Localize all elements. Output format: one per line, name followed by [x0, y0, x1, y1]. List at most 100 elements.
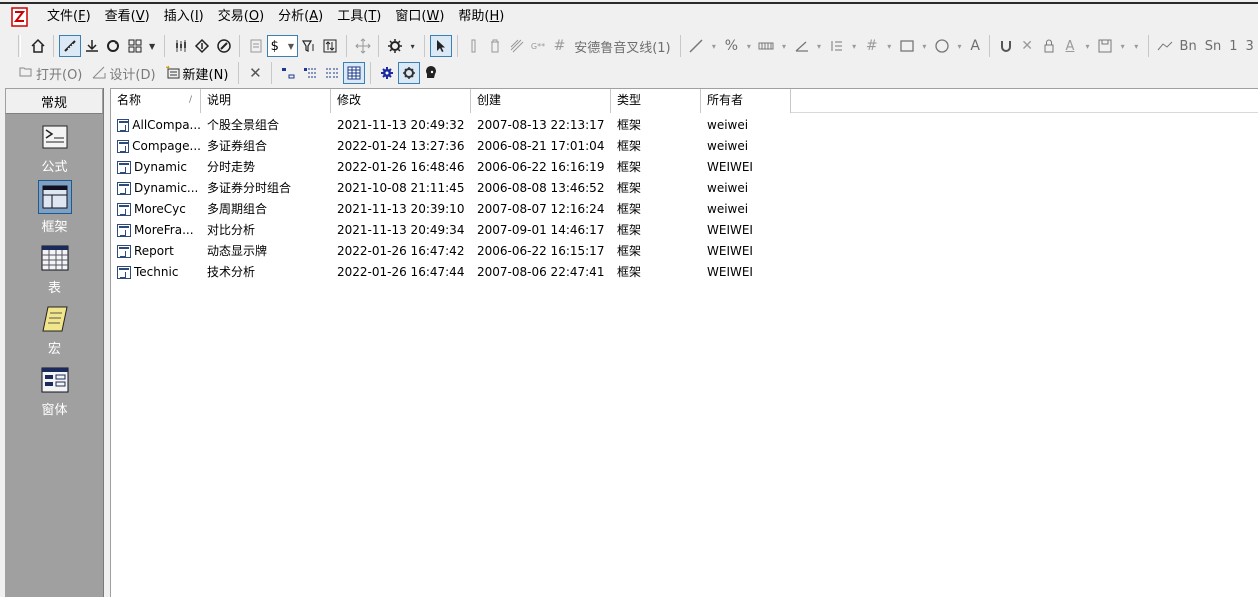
- cell-modified: 2022-01-26 16:47:42: [337, 244, 465, 258]
- rectangle-icon[interactable]: [896, 35, 917, 57]
- new-button[interactable]: 新建(N): [161, 62, 234, 84]
- table-row[interactable]: AllCompa... 个股全景组合 2021-11-13 20:49:32 2007…: [111, 115, 791, 136]
- category-macro[interactable]: 宏: [5, 302, 104, 357]
- cursor-icon[interactable]: [430, 35, 452, 57]
- chevron-down-icon[interactable]: ▾: [777, 35, 791, 57]
- column-header-description[interactable]: 说明: [201, 89, 331, 113]
- table-row[interactable]: Compage... 多证券组合 2022-01-24 13:27:36 2006-0…: [111, 136, 791, 157]
- download-icon[interactable]: [81, 35, 102, 57]
- toolbar-divider: [370, 62, 372, 84]
- currency-symbol: $: [270, 38, 279, 54]
- category-form[interactable]: 窗体: [5, 363, 104, 418]
- hash-icon[interactable]: #: [549, 35, 570, 57]
- chevron-down-icon[interactable]: ▾: [847, 35, 861, 57]
- tool-3[interactable]: 3: [1241, 39, 1257, 54]
- table-row[interactable]: Dynamic 分时走势 2022-01-26 16:48:46 2006-06-22…: [111, 157, 791, 178]
- column-header-created[interactable]: 创建: [471, 89, 611, 113]
- small-icons-view-icon[interactable]: [299, 62, 321, 84]
- details-view-icon[interactable]: [343, 62, 366, 84]
- grid-hash-icon[interactable]: #: [861, 35, 882, 57]
- settings-icon[interactable]: [384, 35, 405, 57]
- category-formula[interactable]: 公式: [5, 120, 104, 175]
- chevron-down-icon[interactable]: ▾: [742, 35, 756, 57]
- main-toolbar: ▼ $ ▼ ▾ G** # 安德鲁音叉线(1) ▾ % ▾ ▾ ▾ ▾ # ▾ …: [0, 32, 1258, 60]
- gear-blue-icon[interactable]: [376, 62, 398, 84]
- parallel-lines-icon[interactable]: [506, 35, 527, 57]
- menu-trade[interactable]: 交易(O): [211, 3, 271, 31]
- candlestick-icon[interactable]: [170, 35, 191, 57]
- save-style-icon[interactable]: [1094, 35, 1115, 57]
- grid-layout-icon[interactable]: [124, 35, 145, 57]
- table-row[interactable]: Dynamic... 多证券分时组合 2021-10-08 21:11:45 2006…: [111, 178, 791, 199]
- diamond-icon[interactable]: [191, 35, 212, 57]
- circle-icon[interactable]: [931, 35, 952, 57]
- column-header-modified[interactable]: 修改: [331, 89, 471, 113]
- percent-tool[interactable]: %: [721, 38, 742, 54]
- menu-analysis[interactable]: 分析(A): [271, 3, 330, 31]
- line-tool-icon[interactable]: [686, 35, 707, 57]
- category-frame[interactable]: 框架: [5, 180, 104, 235]
- cell-name: Dynamic...: [111, 178, 201, 199]
- column-header-name[interactable]: 名称 /: [111, 89, 201, 113]
- menu-tools[interactable]: 工具(T): [330, 3, 388, 31]
- chevron-down-icon[interactable]: ▾: [953, 35, 967, 57]
- chevron-down-icon[interactable]: ▾: [918, 35, 932, 57]
- lock-icon[interactable]: [1038, 35, 1059, 57]
- frame-file-icon: [117, 203, 131, 216]
- large-icons-view-icon[interactable]: [277, 62, 299, 84]
- table-row[interactable]: Technic 技术分析 2022-01-26 16:47:44 2007-08-06…: [111, 262, 791, 283]
- list-view-icon[interactable]: [321, 62, 343, 84]
- filter-icon[interactable]: [298, 35, 319, 57]
- gann-icon[interactable]: G**: [527, 35, 548, 57]
- table-row[interactable]: MoreFra... 对比分析 2021-11-13 20:49:34 2007-09…: [111, 220, 791, 241]
- home-icon[interactable]: [27, 35, 48, 57]
- trend-line-icon[interactable]: [1154, 35, 1175, 57]
- refresh-icon[interactable]: [102, 35, 123, 57]
- vertical-line-icon[interactable]: [463, 35, 484, 57]
- column-header-owner[interactable]: 所有者: [701, 89, 791, 113]
- menu-file[interactable]: 文件(F): [40, 3, 98, 31]
- column-header-type[interactable]: 类型: [611, 89, 701, 113]
- menu-view[interactable]: 查看(V): [98, 3, 157, 31]
- move-icon[interactable]: [352, 35, 373, 57]
- edit-icon[interactable]: [213, 35, 234, 57]
- sn-tool[interactable]: Sn: [1201, 39, 1226, 54]
- currency-select[interactable]: $ ▼: [266, 35, 299, 57]
- delete-icon[interactable]: ✕: [244, 62, 266, 84]
- chevron-down-icon[interactable]: ▾: [882, 35, 896, 57]
- table-row[interactable]: Report 动态显示牌 2022-01-26 16:47:42 2006-06-22…: [111, 241, 791, 262]
- text-tool[interactable]: A: [966, 38, 984, 54]
- sort-icon[interactable]: [320, 35, 341, 57]
- document-icon[interactable]: [245, 35, 266, 57]
- close-icon[interactable]: ✕: [1016, 35, 1037, 57]
- chevron-down-icon[interactable]: ▾: [1081, 35, 1095, 57]
- chevron-down-icon[interactable]: ▾: [812, 35, 826, 57]
- category-table[interactable]: 表: [5, 241, 104, 296]
- fibonacci-icon[interactable]: [826, 35, 847, 57]
- chevron-down-icon[interactable]: ▾: [406, 35, 420, 57]
- font-color-icon[interactable]: A: [1059, 35, 1080, 57]
- bn-tool[interactable]: Bn: [1176, 39, 1201, 54]
- tool-1[interactable]: 1: [1225, 39, 1241, 54]
- grid-bars-icon[interactable]: [756, 35, 777, 57]
- angle-icon[interactable]: [791, 35, 812, 57]
- fork-line-label[interactable]: 安德鲁音叉线(1): [570, 37, 674, 56]
- menu-view-key: V: [135, 9, 145, 24]
- chevron-down-icon[interactable]: ▾: [707, 35, 721, 57]
- ruler-icon[interactable]: [59, 35, 81, 57]
- magnet-icon[interactable]: [995, 35, 1016, 57]
- chevron-down-icon[interactable]: ▾: [1129, 35, 1143, 57]
- trash-icon[interactable]: [484, 35, 505, 57]
- table-row[interactable]: MoreCyc 多周期组合 2021-11-13 20:39:10 2007-08-0…: [111, 199, 791, 220]
- category-header[interactable]: 常规: [5, 88, 103, 114]
- menu-window[interactable]: 窗口(W): [388, 3, 451, 31]
- chevron-down-icon[interactable]: ▾: [1116, 35, 1130, 57]
- open-button[interactable]: 打开(O): [14, 62, 87, 84]
- toolbar-grip[interactable]: [18, 35, 21, 57]
- chevron-down-icon[interactable]: ▼: [145, 35, 159, 57]
- menu-insert[interactable]: 插入(I): [157, 3, 211, 31]
- head-icon[interactable]: [420, 62, 442, 84]
- menu-help[interactable]: 帮助(H): [451, 3, 511, 31]
- design-button[interactable]: 设计(D): [87, 62, 160, 84]
- gear-settings-icon[interactable]: [398, 62, 421, 84]
